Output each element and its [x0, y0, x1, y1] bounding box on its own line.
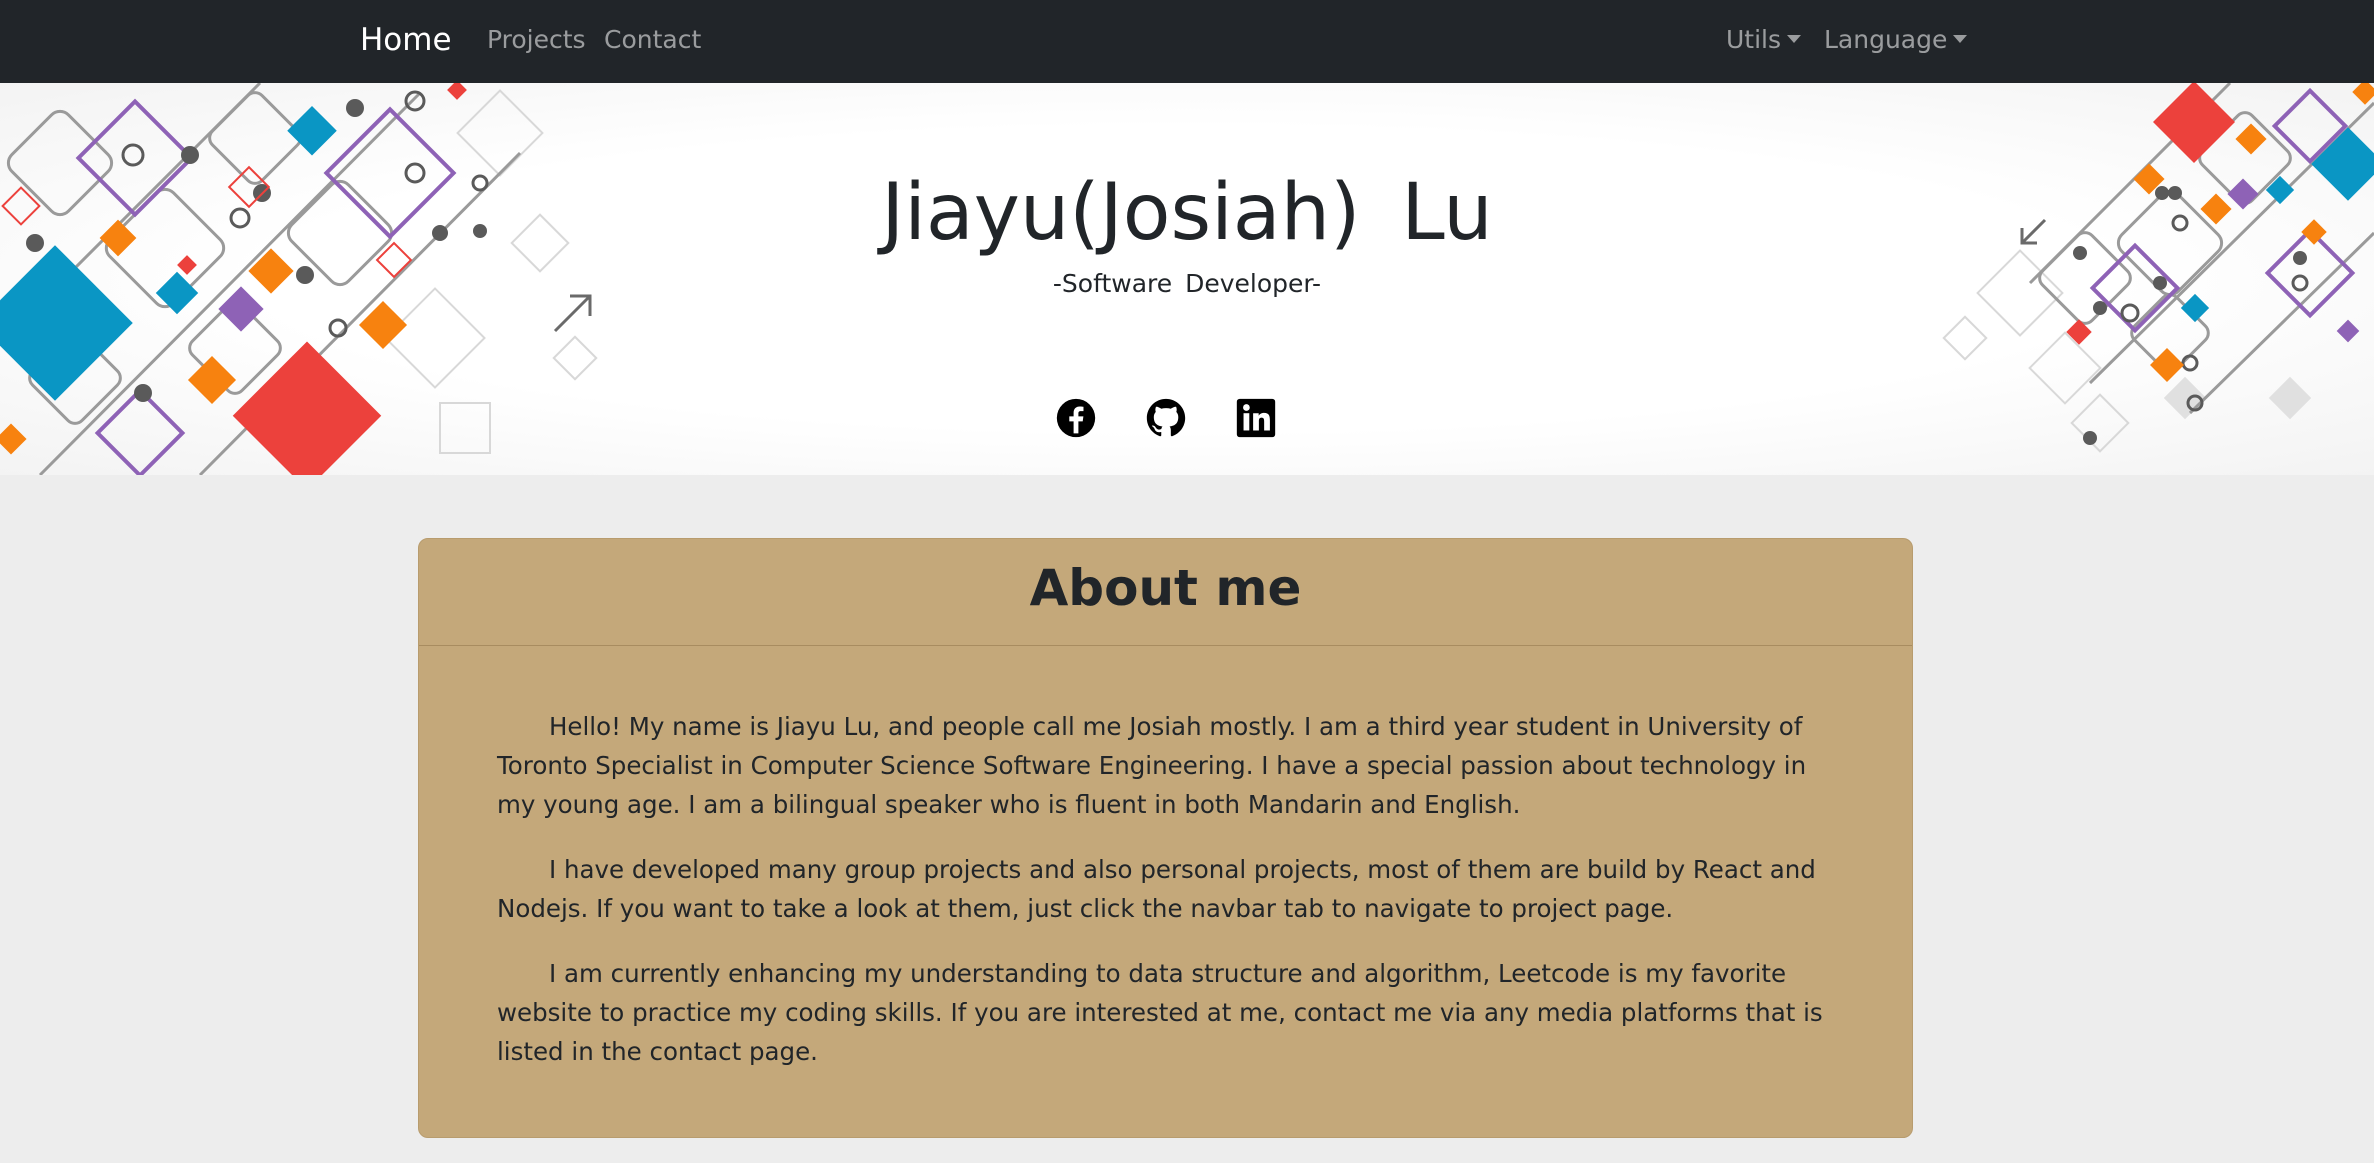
chevron-down-icon: [1787, 35, 1802, 43]
about-card-body: Hello! My name is Jiayu Lu, and people c…: [497, 707, 1832, 1097]
about-card: About me Hello! My name is Jiayu Lu, and…: [418, 538, 1913, 1138]
hero-subtitle: -Software Developer-: [1052, 269, 1322, 298]
facebook-icon[interactable]: [1053, 395, 1099, 441]
language-dropdown-label: Language: [1824, 25, 1948, 54]
about-paragraph-1: Hello! My name is Jiayu Lu, and people c…: [497, 712, 1807, 819]
chevron-down-icon: [1953, 35, 1968, 43]
utils-dropdown[interactable]: Utils: [1726, 22, 1802, 58]
about-paragraph-3: I am currently enhancing my understandin…: [497, 959, 1823, 1066]
hero-name: Jiayu(Josiah) Lu: [881, 168, 1493, 258]
about-title: About me: [1029, 559, 1302, 617]
linkedin-icon[interactable]: [1233, 395, 1279, 441]
nav-home-link[interactable]: Home: [360, 18, 452, 62]
github-icon[interactable]: [1143, 395, 1189, 441]
about-paragraph-2: I have developed many group projects and…: [497, 855, 1816, 923]
nav-projects-link[interactable]: Projects: [487, 22, 586, 58]
utils-dropdown-label: Utils: [1726, 25, 1782, 54]
language-dropdown[interactable]: Language: [1824, 22, 1968, 58]
about-card-header: About me: [419, 539, 1912, 646]
nav-contact-link[interactable]: Contact: [604, 22, 701, 58]
hero-banner: Jiayu(Josiah) Lu -Software Developer-: [0, 83, 2374, 475]
top-navbar: Home Projects Contact Utils Language: [0, 0, 2374, 83]
